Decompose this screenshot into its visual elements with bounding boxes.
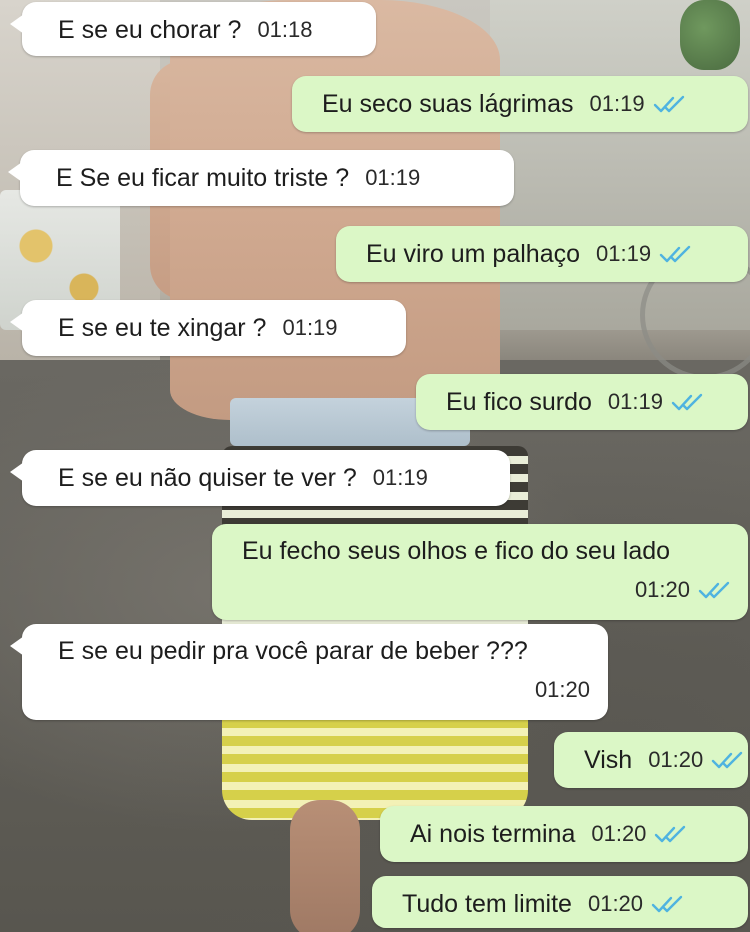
- outgoing-message[interactable]: Eu fecho seus olhos e fico do seu lado 0…: [212, 524, 748, 620]
- message-text: Eu fecho seus olhos e fico do seu lado: [242, 537, 671, 565]
- message-time: 01:19: [282, 315, 338, 341]
- message-text: Eu seco suas lágrimas: [322, 90, 574, 119]
- incoming-message[interactable]: E Se eu ficar muito triste ? 01:19: [8, 150, 514, 206]
- message-text: Eu viro um palhaço: [366, 240, 581, 269]
- message-text: E Se eu ficar muito triste ?: [56, 164, 350, 193]
- message-time: 01:19: [607, 389, 663, 415]
- double-check-icon: [671, 392, 705, 412]
- message-meta: 01:20: [58, 674, 590, 705]
- chat-thread: E se eu chorar ? 01:18 Eu seco suas lágri…: [0, 0, 750, 932]
- message-time: 01:19: [365, 165, 421, 191]
- incoming-message[interactable]: E se eu pedir pra você parar de beber ??…: [10, 624, 608, 720]
- incoming-message[interactable]: E se eu não quiser te ver ? 01:19: [10, 450, 510, 506]
- message-text: Eu fico surdo: [446, 388, 592, 417]
- outgoing-message[interactable]: Eu fico surdo 01:19: [416, 374, 748, 430]
- double-check-icon: [654, 824, 688, 844]
- message-time: 01:20: [534, 677, 590, 703]
- double-check-icon: [659, 244, 693, 264]
- outgoing-message[interactable]: Tudo tem limite 01:20: [372, 876, 748, 928]
- outgoing-message[interactable]: Eu viro um palhaço 01:19: [336, 226, 748, 282]
- double-check-icon: [698, 580, 732, 600]
- message-time: 01:20: [634, 577, 690, 603]
- message-meta: 01:20: [242, 574, 732, 605]
- message-text: E se eu não quiser te ver ?: [58, 464, 357, 493]
- message-text: E se eu pedir pra você parar de beber ??…: [58, 637, 528, 665]
- message-time: 01:19: [596, 241, 652, 267]
- outgoing-message[interactable]: Vish 01:20: [554, 732, 748, 788]
- outgoing-message[interactable]: Ai nois termina 01:20: [380, 806, 748, 862]
- message-time: 01:20: [587, 891, 644, 917]
- double-check-icon: [711, 750, 745, 770]
- message-text: Ai nois termina: [410, 820, 576, 849]
- incoming-message[interactable]: E se eu chorar ? 01:18: [10, 2, 376, 56]
- message-text: E se eu chorar ?: [58, 16, 242, 45]
- incoming-message[interactable]: E se eu te xingar ? 01:19: [10, 300, 406, 356]
- double-check-icon: [653, 94, 687, 114]
- message-time: 01:19: [589, 91, 645, 117]
- message-time: 01:20: [591, 821, 647, 847]
- outgoing-message[interactable]: Eu seco suas lágrimas 01:19: [292, 76, 748, 132]
- message-time: 01:19: [372, 465, 428, 491]
- message-text: E se eu te xingar ?: [58, 314, 267, 343]
- message-text: Vish: [584, 746, 633, 775]
- double-check-icon: [651, 894, 685, 914]
- message-time: 01:18: [257, 17, 313, 43]
- message-time: 01:20: [648, 747, 704, 773]
- message-text: Tudo tem limite: [402, 890, 572, 919]
